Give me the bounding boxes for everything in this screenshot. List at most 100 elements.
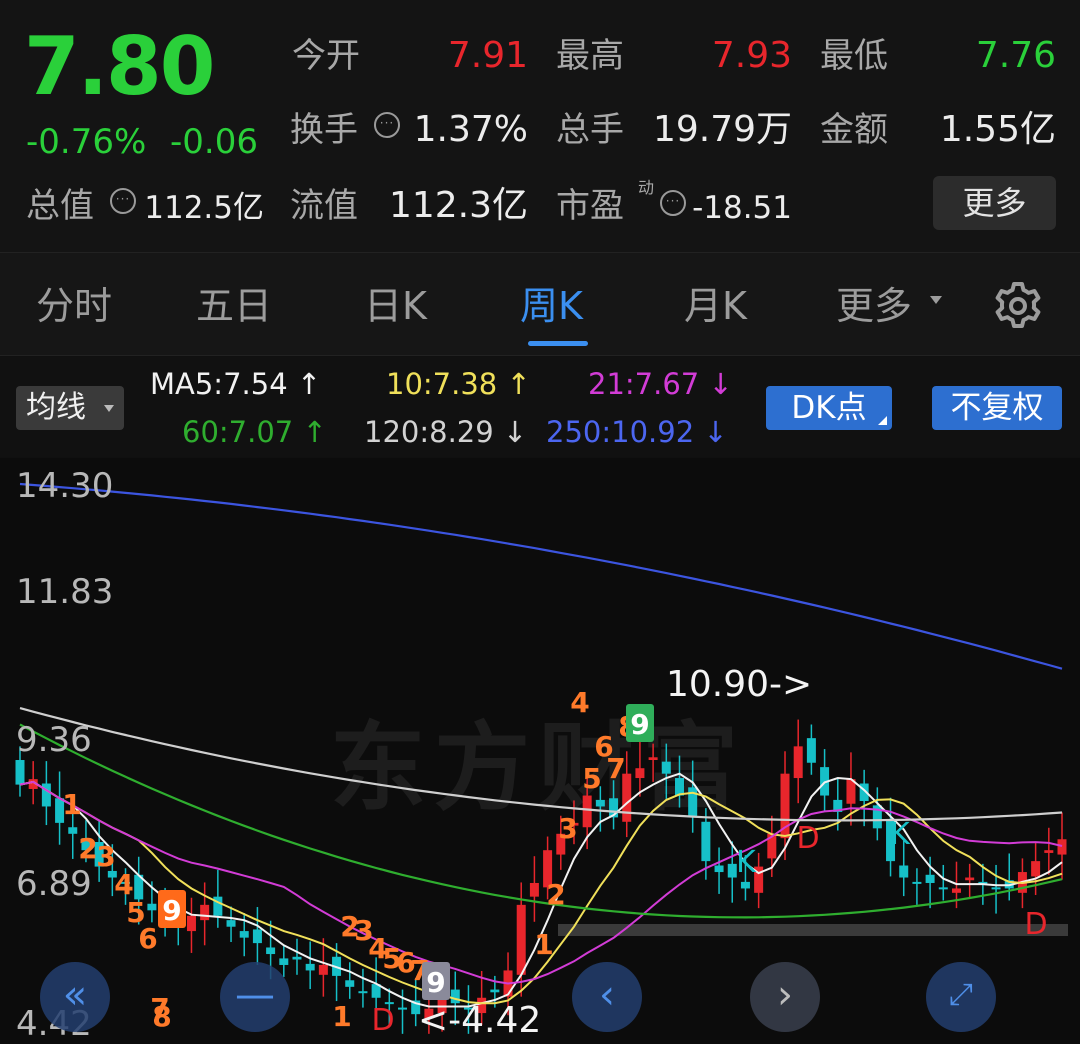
count-marker: 2: [546, 878, 565, 911]
candle-body: [899, 865, 909, 878]
change-amount: -0.06: [170, 122, 258, 162]
ma10-value: 10:7.38 ↑: [386, 367, 531, 401]
minus-icon: —: [235, 972, 275, 1018]
count-marker: 3: [96, 840, 115, 873]
candle-body: [991, 887, 1001, 890]
dk-signal-label: D: [796, 821, 819, 856]
candle-body: [1044, 850, 1054, 853]
kline-svg[interactable]: 123456798234567891123456789DKDKD10.90-><…: [0, 458, 1080, 1044]
amount-value: 1.55亿: [939, 109, 1056, 150]
y-tick: 11.83: [16, 572, 114, 612]
pe-info-icon[interactable]: ···: [660, 190, 686, 216]
more-quote-button[interactable]: 更多: [933, 176, 1056, 230]
open-label: 今开: [292, 36, 360, 76]
expand-icon: ⤢: [949, 977, 973, 1012]
kline-chart[interactable]: 东方财富 123456798234567891123456789DKDKD10.…: [0, 458, 1080, 1044]
tab-five-day[interactable]: 五日: [196, 283, 272, 329]
step-forward-button[interactable]: ›: [750, 962, 820, 1032]
count-marker: 4: [570, 686, 589, 719]
candle-body: [358, 991, 368, 994]
open-value: 7.91: [447, 35, 528, 76]
ma60-value: 60:7.07 ↑: [182, 415, 327, 449]
tab-weekly-k[interactable]: 周K: [520, 283, 583, 329]
candle-body: [1031, 861, 1041, 877]
fast-backward-button[interactable]: «: [40, 962, 110, 1032]
high-label: 最高: [556, 36, 624, 76]
candle-body: [398, 1007, 408, 1010]
no-adjust-button[interactable]: 不复权: [932, 386, 1062, 430]
candle-body: [292, 956, 302, 960]
dk-signal-label: D: [1024, 907, 1047, 942]
turnover-label: 换手: [290, 110, 358, 150]
count-marker: 9: [630, 708, 649, 741]
candle-body: [516, 904, 526, 975]
dk-point-button[interactable]: DK点: [766, 386, 892, 430]
amount-label: 金额: [820, 110, 888, 150]
tab-monthly-k[interactable]: 月K: [684, 283, 747, 329]
dk-point-label: DK点: [791, 390, 867, 426]
dk-corner-icon: [878, 416, 887, 425]
tab-more[interactable]: 更多: [836, 283, 912, 329]
candle-body: [635, 768, 645, 779]
count-marker: 5: [582, 762, 601, 795]
zoom-out-button[interactable]: —: [220, 962, 290, 1032]
candle-body: [68, 827, 78, 834]
tab-daily-k[interactable]: 日K: [364, 283, 427, 329]
gear-icon[interactable]: [992, 280, 1044, 332]
high-annotation: 10.90->: [666, 664, 812, 705]
y-tick: 14.30: [16, 466, 114, 506]
total-mv-info-icon[interactable]: ···: [110, 188, 136, 214]
period-tabs: 分时 五日 日K 周K 月K 更多: [0, 252, 1080, 356]
fullscreen-button[interactable]: ⤢: [926, 962, 996, 1032]
candle-body: [147, 903, 157, 911]
high-value: 7.93: [711, 35, 792, 76]
more-dropdown-icon: [930, 296, 942, 304]
candle-body: [938, 887, 948, 890]
candle-body: [305, 963, 315, 971]
candle-body: [674, 778, 684, 796]
candle-body: [582, 795, 592, 828]
candle-body: [951, 888, 961, 893]
pe-dynamic-mark: 动: [638, 178, 655, 197]
ma120-line: [19, 707, 1063, 822]
candle-body: [793, 746, 803, 779]
candle-body: [345, 980, 355, 987]
candle-body: [252, 929, 262, 944]
ma-selector-button[interactable]: 均线: [16, 386, 124, 430]
active-tab-indicator: [528, 341, 588, 346]
pe-value: -18.51: [692, 190, 792, 226]
ma250-value: 250:10.92 ↓: [546, 415, 728, 449]
tab-intraday[interactable]: 分时: [36, 283, 112, 329]
candle-body: [912, 881, 922, 884]
candle-body: [239, 931, 249, 938]
count-marker: 9: [426, 966, 445, 999]
total-mv-label: 总值: [26, 186, 94, 226]
step-backward-button[interactable]: ‹: [572, 962, 642, 1032]
candle-body: [648, 757, 658, 761]
candle-body: [965, 877, 975, 881]
chevron-left-icon: ‹: [599, 972, 615, 1018]
candle-body: [200, 904, 210, 921]
candle-body: [595, 799, 605, 807]
low-value: 7.76: [975, 35, 1056, 76]
ma250-line: [19, 482, 1063, 670]
turnover-value: 1.37%: [413, 109, 528, 150]
candle-body: [925, 874, 935, 883]
low-annotation: <-4.42: [418, 1000, 541, 1041]
count-marker: 7: [606, 752, 625, 785]
candle-body: [661, 761, 671, 774]
dk-signal-label: K: [890, 817, 911, 852]
change-percent: -0.76%: [26, 122, 147, 162]
total-mv-value: 112.5亿: [144, 190, 264, 226]
support-band: [558, 924, 1068, 936]
candle-body: [1057, 839, 1067, 855]
y-tick: 9.36: [16, 720, 92, 760]
count-marker: 9: [162, 894, 181, 927]
count-marker: 6: [138, 922, 157, 955]
pe-label: 市盈: [556, 186, 624, 226]
dk-signal-label: K: [736, 845, 757, 880]
candle-body: [318, 964, 328, 975]
candle-body: [714, 865, 724, 873]
ma21-value: 21:7.67 ↓: [588, 367, 733, 401]
turnover-info-icon[interactable]: ···: [374, 112, 400, 138]
